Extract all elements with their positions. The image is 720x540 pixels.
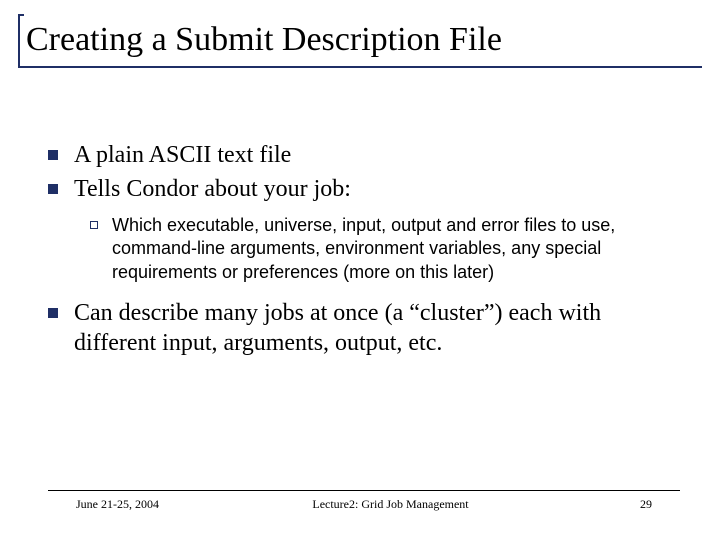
bullet-item: Tells Condor about your job: xyxy=(48,174,680,204)
title-corner-rule xyxy=(18,14,24,66)
slide: Creating a Submit Description File A pla… xyxy=(0,0,720,540)
sub-bullet-item: Which executable, universe, input, outpu… xyxy=(90,214,680,284)
hollow-square-bullet-icon xyxy=(90,221,98,229)
slide-footer: June 21-25, 2004 Lecture2: Grid Job Mana… xyxy=(48,490,680,512)
bullet-text: Can describe many jobs at once (a “clust… xyxy=(74,298,680,358)
bullet-item: A plain ASCII text file xyxy=(48,140,680,170)
footer-rule xyxy=(48,490,680,491)
title-underline xyxy=(18,66,702,68)
bullet-text: Tells Condor about your job: xyxy=(74,174,351,204)
title-area: Creating a Submit Description File xyxy=(18,14,702,59)
slide-title: Creating a Submit Description File xyxy=(18,14,702,59)
square-bullet-icon xyxy=(48,184,58,194)
footer-lecture-title: Lecture2: Grid Job Management xyxy=(159,497,622,512)
bullet-item: Can describe many jobs at once (a “clust… xyxy=(48,298,680,358)
square-bullet-icon xyxy=(48,308,58,318)
footer-page-number: 29 xyxy=(622,497,652,512)
bullet-text: A plain ASCII text file xyxy=(74,140,291,170)
square-bullet-icon xyxy=(48,150,58,160)
footer-date: June 21-25, 2004 xyxy=(76,497,159,512)
sub-bullet-text: Which executable, universe, input, outpu… xyxy=(112,214,680,284)
slide-body: A plain ASCII text file Tells Condor abo… xyxy=(48,140,680,362)
footer-row: June 21-25, 2004 Lecture2: Grid Job Mana… xyxy=(48,497,680,512)
